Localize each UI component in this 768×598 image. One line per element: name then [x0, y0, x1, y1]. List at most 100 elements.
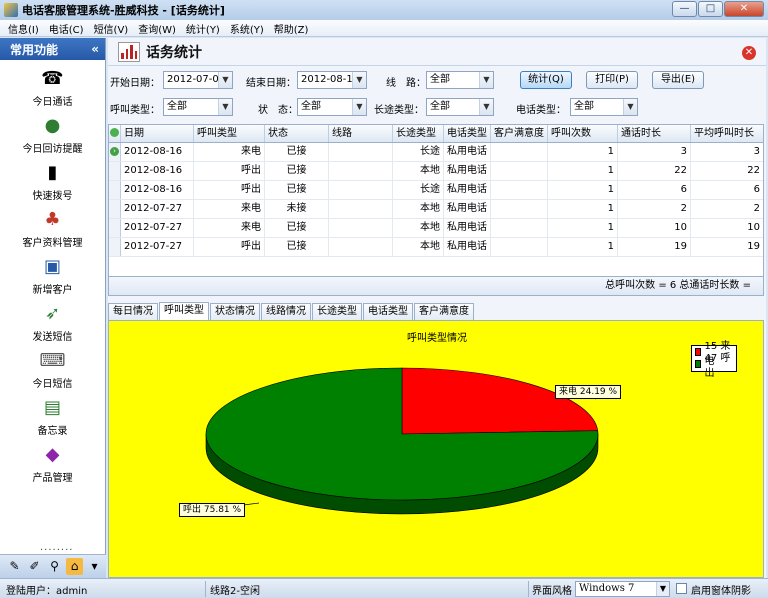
table-row[interactable]: 2012-07-27 来电 未接 本地 私用电话 1 2 2	[109, 200, 763, 219]
menu-phone[interactable]: 电话(C)	[49, 21, 84, 36]
table-cell: 私用电话	[444, 162, 491, 180]
sidebar-item-customers[interactable]: ♣ 客户资料管理	[0, 207, 105, 254]
call-type-select[interactable]: 全部 ▼	[163, 98, 233, 116]
table-cell: 1	[548, 238, 618, 256]
end-date-picker[interactable]: 2012-08-16 ▼	[297, 71, 367, 89]
tab-6[interactable]: 客户满意度	[414, 303, 474, 320]
minimize-button[interactable]: —	[672, 1, 697, 17]
table-cell	[491, 238, 548, 256]
col-avg-duration[interactable]: 平均呼叫时长	[691, 125, 763, 142]
table-row[interactable]: 2012-08-16 呼出 已接 本地 私用电话 1 22 22	[109, 162, 763, 181]
menu-system[interactable]: 系统(Y)	[230, 21, 264, 36]
close-button[interactable]: ✕	[724, 1, 764, 17]
telephone-icon: ☎	[41, 67, 64, 89]
export-button[interactable]: 导出(E)	[652, 71, 704, 89]
menu-stats[interactable]: 统计(Y)	[186, 21, 220, 36]
tab-5[interactable]: 电话类型	[363, 303, 413, 320]
table-cell: 来电	[194, 219, 265, 237]
long-type-select[interactable]: 全部 ▼	[426, 98, 494, 116]
sidebar-item-new-customer[interactable]: ▣ 新增客户	[0, 254, 105, 301]
table-cell: 19	[618, 238, 691, 256]
pen-icon[interactable]: ✐	[26, 558, 43, 575]
app-icon	[4, 3, 18, 17]
col-satisfaction[interactable]: 客户满意度	[491, 125, 548, 142]
bar-chart-icon	[118, 41, 140, 62]
table-cell: 来电	[194, 143, 265, 161]
shadow-checkbox[interactable]	[676, 583, 687, 594]
menu-query[interactable]: 查询(W)	[138, 21, 176, 36]
print-button[interactable]: 打印(P)	[586, 71, 638, 89]
table-cell	[329, 238, 393, 256]
col-date[interactable]: 日期	[121, 125, 194, 142]
call-records-table[interactable]: 日期 呼叫类型 状态 线路 长途类型 电话类型 客户满意度 呼叫次数 通话时长 …	[108, 124, 764, 294]
table-cell: 10	[618, 219, 691, 237]
chevron-down-icon: ▼	[656, 582, 669, 596]
status-select[interactable]: 全部 ▼	[297, 98, 367, 116]
legend-swatch	[695, 360, 701, 368]
line-select[interactable]: 全部 ▼	[426, 71, 494, 89]
table-cell: 2012-07-27	[121, 238, 194, 256]
send-message-icon: ➶	[44, 302, 61, 324]
panel-close-button[interactable]: ✕	[742, 46, 756, 60]
magnify-icon[interactable]: ⚲	[46, 558, 63, 575]
col-duration[interactable]: 通话时长	[618, 125, 691, 142]
tab-3[interactable]: 线路情况	[261, 303, 311, 320]
window-title: 电话客服管理系统-胜威科技 - [话务统计]	[22, 4, 225, 17]
col-long-type[interactable]: 长途类型	[393, 125, 444, 142]
legend-swatch	[695, 348, 701, 356]
col-line[interactable]: 线路	[329, 125, 393, 142]
start-date-picker[interactable]: 2012-07-01 ▼	[163, 71, 233, 89]
tab-2[interactable]: 状态情况	[210, 303, 260, 320]
sidebar-item-today-sms[interactable]: ⌨ 今日短信	[0, 348, 105, 395]
menu-help[interactable]: 帮助(Z)	[274, 21, 309, 36]
wrench-icon[interactable]: ✎	[6, 558, 23, 575]
table-row[interactable]: › 2012-08-16 来电 已接 长途 私用电话 1 3 3	[109, 143, 763, 162]
table-cell: 2	[618, 200, 691, 218]
table-cell	[329, 181, 393, 199]
table-row[interactable]: 2012-08-16 呼出 已接 长途 私用电话 1 6 6	[109, 181, 763, 200]
table-cell: 2	[753, 203, 760, 214]
title-bar: 电话客服管理系统-胜威科技 - [话务统计] — □ ✕	[0, 0, 768, 20]
skin-select[interactable]: Windows 7 ▼	[575, 581, 670, 597]
sidebar-item-quick-dial[interactable]: ▮ 快速拨号	[0, 160, 105, 207]
col-call-type[interactable]: 呼叫类型	[194, 125, 265, 142]
table-row[interactable]: 2012-07-27 来电 已接 本地 私用电话 1 10 10	[109, 219, 763, 238]
tab-4[interactable]: 长途类型	[312, 303, 362, 320]
chevron-down-icon: ▼	[623, 99, 637, 115]
table-cell: 呼出	[194, 238, 265, 256]
tab-0[interactable]: 每日情况	[108, 303, 158, 320]
table-cell	[491, 200, 548, 218]
chevron-down-icon: ▼	[218, 72, 232, 88]
col-phone-type[interactable]: 电话类型	[444, 125, 491, 142]
refresh-icon[interactable]	[109, 125, 121, 142]
table-row[interactable]: 2012-07-27 呼出 已接 本地 私用电话 1 19 19	[109, 238, 763, 257]
pie-chart-svg	[205, 367, 599, 515]
phone-type-select[interactable]: 全部 ▼	[570, 98, 638, 116]
sidebar-item-send-sms[interactable]: ➶ 发送短信	[0, 301, 105, 348]
table-cell: 1	[548, 200, 618, 218]
sidebar-collapse-button[interactable]: «	[91, 42, 99, 56]
sidebar-item-memo[interactable]: ▤ 备忘录	[0, 395, 105, 442]
sidebar-splitter[interactable]: ........	[40, 542, 73, 553]
col-status[interactable]: 状态	[265, 125, 329, 142]
sidebar-item-products[interactable]: ◆ 产品管理	[0, 442, 105, 489]
chart-tabs: 每日情况 呼叫类型 状态情况 线路情况 长途类型 电话类型 客户满意度	[108, 302, 475, 320]
chevron-down-icon: ▼	[352, 99, 366, 115]
menu-info[interactable]: 信息(I)	[8, 21, 39, 36]
call-type-label: 呼叫类型：	[110, 105, 160, 116]
tab-1[interactable]: 呼叫类型	[159, 302, 209, 320]
table-header: 日期 呼叫类型 状态 线路 长途类型 电话类型 客户满意度 呼叫次数 通话时长 …	[109, 125, 763, 143]
dropdown-arrow-icon[interactable]: ▾	[86, 558, 103, 575]
table-cell: 1	[548, 219, 618, 237]
col-call-count[interactable]: 呼叫次数	[548, 125, 618, 142]
sidebar-item-followup[interactable]: ● 今日回访提醒	[0, 113, 105, 160]
home-icon[interactable]: ⌂	[66, 558, 83, 575]
sidebar-item-today-calls[interactable]: ☎ 今日通话	[0, 66, 105, 113]
maximize-button[interactable]: □	[698, 1, 723, 17]
row-indicator	[109, 181, 121, 199]
menu-sms[interactable]: 短信(V)	[94, 21, 129, 36]
table-cell: 长途	[393, 181, 444, 199]
chevron-down-icon: ▼	[218, 99, 232, 115]
stats-button[interactable]: 统计(Q)	[520, 71, 572, 89]
table-cell: 私用电话	[444, 181, 491, 199]
